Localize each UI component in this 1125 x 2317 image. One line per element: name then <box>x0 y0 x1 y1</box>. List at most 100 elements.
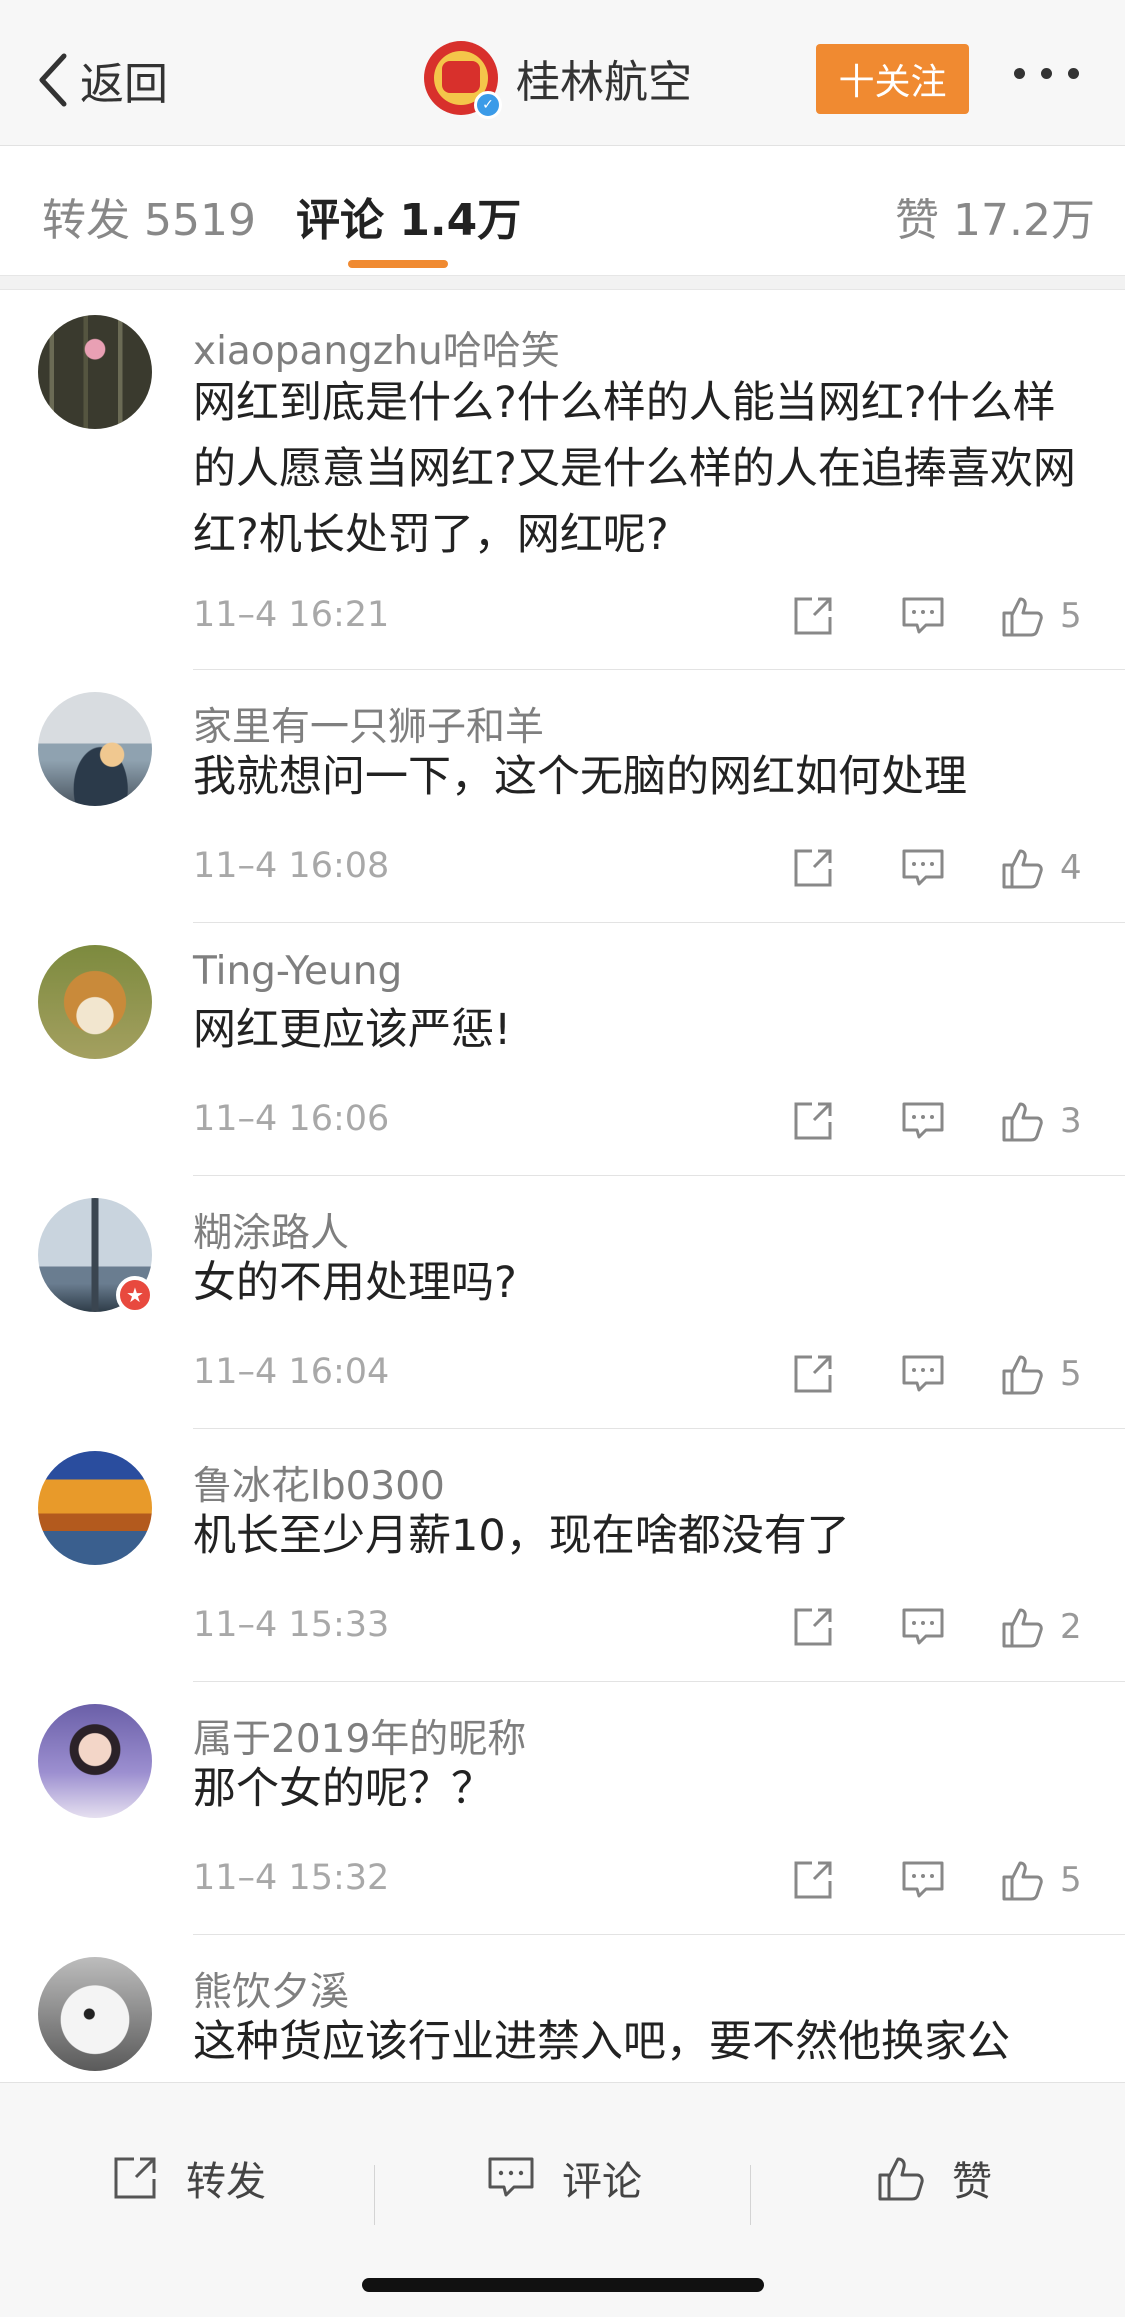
like-button[interactable]: 4 <box>1000 838 1082 898</box>
back-button[interactable]: 返回 <box>34 50 168 110</box>
comment-text: 这种货应该行业进禁入吧，要不然他换家公 <box>193 2017 1010 2067</box>
avatar[interactable] <box>38 1451 152 1565</box>
like-button[interactable]: 3 <box>1000 1091 1082 1151</box>
comment-bubble-icon <box>488 2157 534 2197</box>
repost-label: 转发 <box>186 2159 266 2205</box>
comment-username[interactable]: Ting-Yeung <box>193 949 402 994</box>
comment-divider <box>193 669 1125 670</box>
like-button[interactable]: 5 <box>1000 586 1082 646</box>
comment-text: 网红更应该严惩! <box>193 1005 512 1055</box>
like-count: 4 <box>1060 848 1082 888</box>
avatar[interactable] <box>38 1957 152 2071</box>
share-button[interactable] <box>790 1091 836 1151</box>
like-count: 5 <box>1060 1860 1082 1900</box>
comment-timestamp: 11–4 15:33 <box>193 1605 390 1645</box>
like-count: 2 <box>1060 1607 1082 1647</box>
share-button[interactable] <box>790 838 836 898</box>
verified-badge-icon: ✓ <box>474 91 502 119</box>
comment-divider <box>193 1681 1125 1682</box>
like-post-button[interactable]: 赞 <box>876 2143 992 2213</box>
comment-divider <box>193 922 1125 923</box>
reply-button[interactable] <box>900 1850 946 1910</box>
comment-actions: 5 <box>790 1850 1090 1910</box>
avatar-woman-by-lake-icon <box>38 692 152 806</box>
share-icon <box>794 1861 832 1899</box>
avatar-autumn-trees-icon <box>38 1451 152 1565</box>
share-button[interactable] <box>790 1344 836 1404</box>
member-badge-icon: ★ <box>116 1276 154 1314</box>
like-count: 5 <box>1060 596 1082 636</box>
share-icon <box>794 1355 832 1393</box>
comment-text: 那个女的呢？？ <box>193 1764 494 1814</box>
share-icon <box>794 1608 832 1646</box>
comment-bubble-icon <box>902 1355 944 1392</box>
avatar[interactable] <box>38 1704 152 1818</box>
active-tab-indicator <box>348 260 448 268</box>
avatar[interactable]: ★ <box>38 1198 154 1314</box>
comment-bubble-icon <box>902 849 944 886</box>
avatar[interactable] <box>38 315 152 429</box>
comment-text: 我就想问一下，这个无脑的网红如何处理 <box>193 752 967 802</box>
share-icon <box>794 849 832 887</box>
like-label: 赞 <box>952 2159 992 2205</box>
tab-comments[interactable]: 评论 1.4万 <box>296 184 521 248</box>
chevron-left-icon <box>39 53 67 107</box>
comment-label: 评论 <box>562 2159 642 2205</box>
reply-button[interactable] <box>900 1597 946 1657</box>
share-button[interactable] <box>790 1597 836 1657</box>
airline-logo: ✓ <box>424 41 502 119</box>
comment-divider <box>193 1428 1125 1429</box>
comment-button[interactable]: 评论 <box>486 2143 642 2213</box>
thumbs-up-icon <box>1002 1355 1043 1395</box>
share-icon <box>114 2157 156 2199</box>
like-count: 3 <box>1060 1101 1082 1141</box>
tab-repost[interactable]: 转发 5519 <box>42 184 256 248</box>
comment-bubble-icon <box>902 597 944 634</box>
comment-divider <box>193 1175 1125 1176</box>
more-options-icon[interactable] <box>1014 68 1079 79</box>
avatar-polar-bear-icon <box>38 1957 152 2071</box>
avatar[interactable] <box>38 692 152 806</box>
thumbs-up-icon <box>1002 1861 1043 1901</box>
comment-username[interactable]: xiaopangzhu哈哈笑 <box>193 320 560 376</box>
share-button[interactable] <box>790 586 836 646</box>
separator <box>750 2165 751 2225</box>
avatar-girl-icon <box>38 1704 152 1818</box>
comment-timestamp: 11–4 16:04 <box>193 1352 390 1392</box>
thumbs-up-icon <box>1002 1102 1043 1142</box>
back-label: 返回 <box>80 59 168 110</box>
avatar-fox-icon <box>38 945 152 1059</box>
comment-text: 网红到底是什么?什么样的人能当网红?什么样的人愿意当网红?又是什么样的人在追捧喜… <box>193 378 1076 560</box>
comment-bubble-icon <box>902 1861 944 1898</box>
thumbs-up-icon <box>878 2157 924 2201</box>
thumbs-up-icon <box>1002 849 1043 889</box>
like-button[interactable]: 5 <box>1000 1344 1082 1404</box>
separator <box>374 2165 375 2225</box>
comment-actions: 4 <box>790 838 1090 898</box>
tab-bar: 转发 5519 评论 1.4万 赞 17.2万 <box>0 146 1125 276</box>
tab-likes[interactable]: 赞 17.2万 <box>895 184 1095 248</box>
comment-bubble-icon <box>902 1608 944 1645</box>
reply-button[interactable] <box>900 1344 946 1404</box>
avatar[interactable] <box>38 945 152 1059</box>
comment-actions: 3 <box>790 1091 1090 1151</box>
comment-timestamp: 11–4 15:32 <box>193 1858 390 1898</box>
share-icon <box>794 1102 832 1140</box>
comment-timestamp: 11–4 16:21 <box>193 595 390 635</box>
share-button[interactable] <box>790 1850 836 1910</box>
comment-divider <box>193 1934 1125 1935</box>
avatar-person-in-forest-icon <box>38 315 152 429</box>
section-divider <box>0 276 1125 290</box>
comment-actions: 5 <box>790 586 1090 646</box>
like-button[interactable]: 5 <box>1000 1850 1082 1910</box>
reply-button[interactable] <box>900 586 946 646</box>
comment-timestamp: 11–4 16:08 <box>193 846 390 886</box>
like-button[interactable]: 2 <box>1000 1597 1082 1657</box>
reply-button[interactable] <box>900 1091 946 1151</box>
thumbs-up-icon <box>1002 597 1043 637</box>
repost-button[interactable]: 转发 <box>110 2143 266 2213</box>
comment-actions: 2 <box>790 1597 1090 1657</box>
reply-button[interactable] <box>900 838 946 898</box>
account-title[interactable]: ✓ 桂林航空 <box>424 40 692 119</box>
follow-button[interactable]: 十关注 <box>816 44 969 114</box>
